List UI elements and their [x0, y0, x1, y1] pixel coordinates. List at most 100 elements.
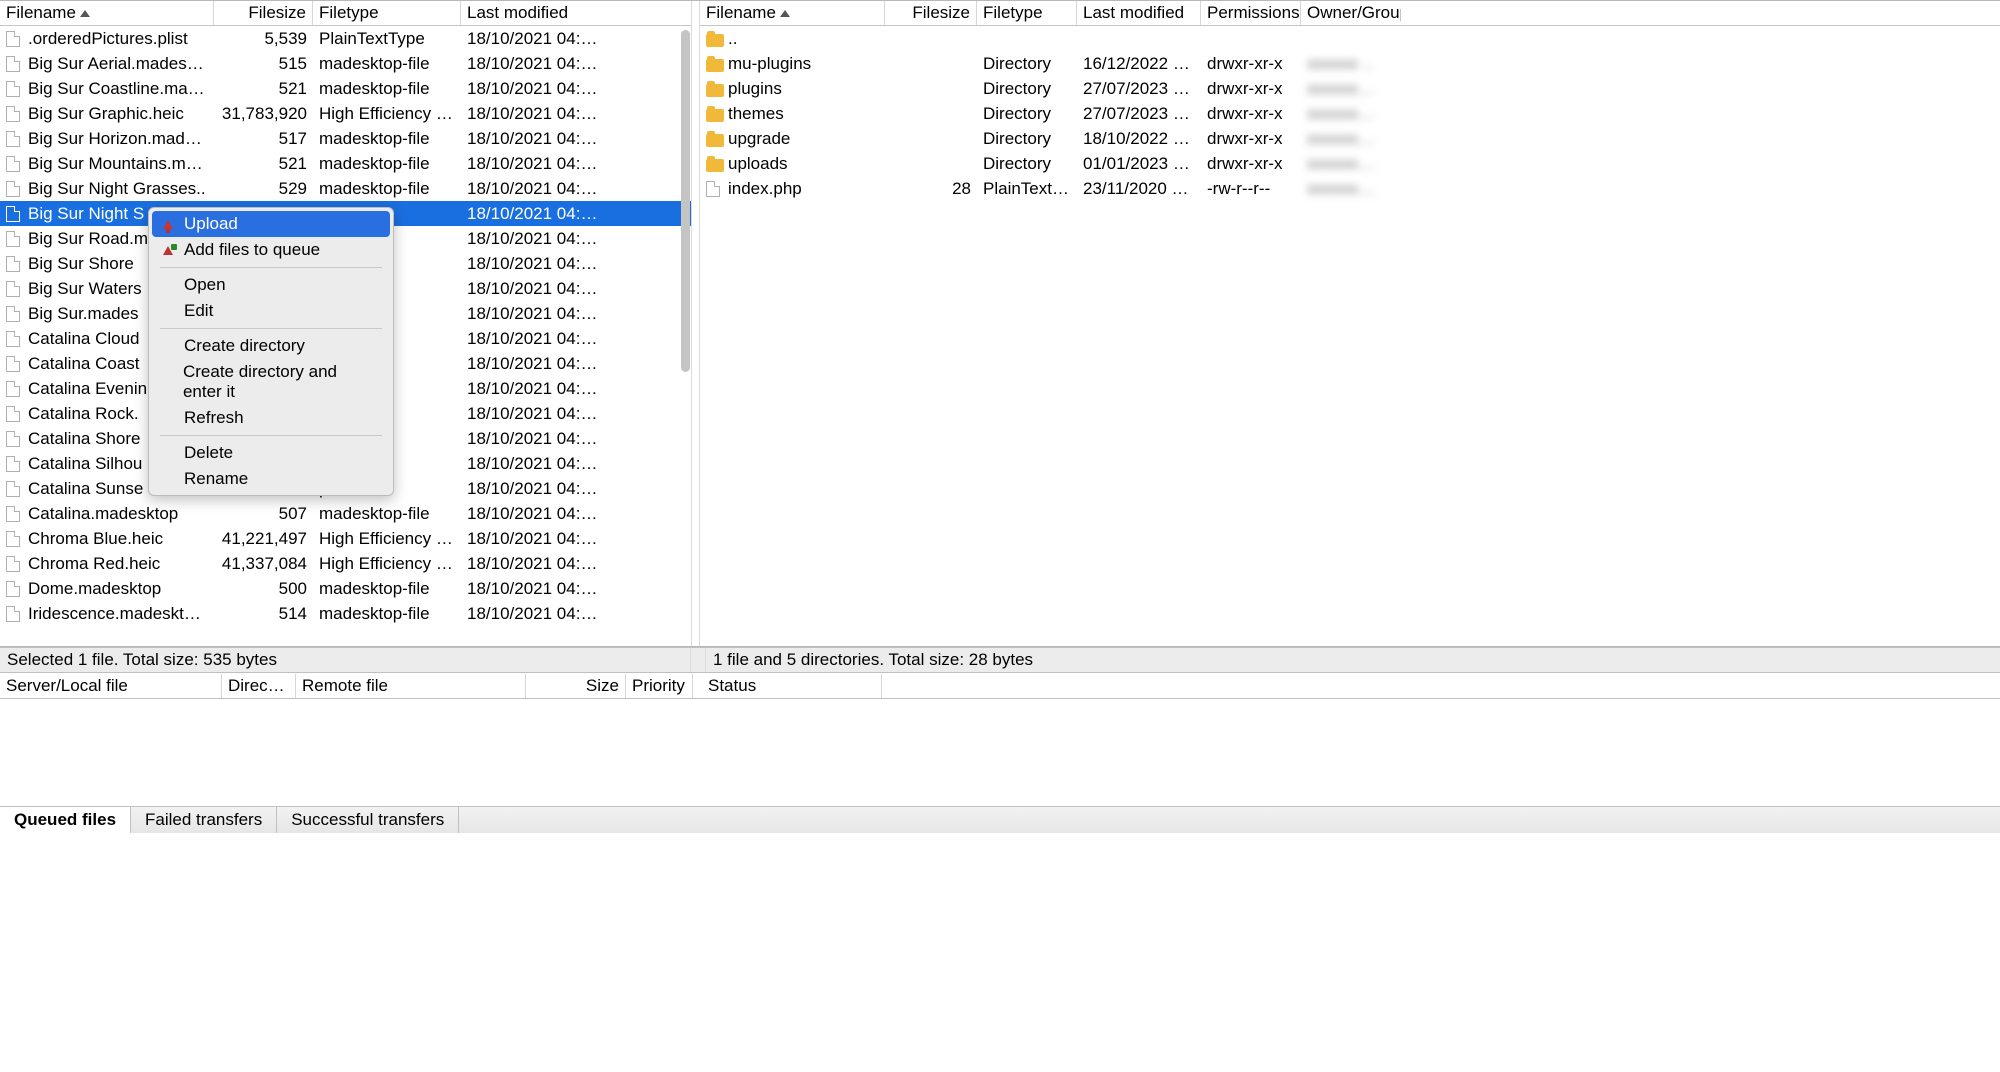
queue-header-server[interactable]: Server/Local file: [0, 674, 222, 698]
tab-successful-transfers[interactable]: Successful transfers: [277, 807, 459, 833]
file-icon: [6, 406, 22, 422]
context-menu-label: Add files to queue: [184, 240, 320, 260]
table-row[interactable]: Big Sur Coastline.ma…521madesktop-file18…: [0, 76, 691, 101]
file-icon: [6, 206, 22, 222]
file-name: .orderedPictures.plist: [28, 29, 188, 49]
file-name: Chroma Red.heic: [28, 554, 160, 574]
table-row[interactable]: Chroma Red.heic41,337,084High Efficiency…: [0, 551, 691, 576]
file-icon: [6, 581, 22, 597]
local-header-filename[interactable]: Filename: [0, 1, 214, 25]
context-menu-label: Open: [184, 275, 226, 295]
file-owner: xxxxxx…: [1301, 154, 1401, 174]
file-modified: 18/10/2021 04:3…: [461, 454, 609, 474]
queue-header-priority[interactable]: Priority: [626, 674, 693, 698]
context-menu-add-files-to-queue[interactable]: Add files to queue: [152, 237, 390, 263]
file-name: Big Sur.mades: [28, 304, 139, 324]
table-row[interactable]: uploadsDirectory01/01/2023 0…drwxr-xr-xx…: [700, 151, 2000, 176]
file-icon: [6, 131, 22, 147]
file-modified: 18/10/2021 04:3…: [461, 379, 609, 399]
table-row[interactable]: Chroma Blue.heic41,221,497High Efficienc…: [0, 526, 691, 551]
remote-header-permissions[interactable]: Permissions: [1201, 1, 1301, 25]
context-menu-open[interactable]: Open: [152, 272, 390, 298]
queue-header-status[interactable]: Status: [702, 674, 882, 698]
context-menu-upload[interactable]: Upload: [152, 211, 390, 237]
queue-header-size[interactable]: Size: [526, 674, 626, 698]
remote-header-modified[interactable]: Last modified: [1077, 1, 1201, 25]
remote-header-filetype[interactable]: Filetype: [977, 1, 1077, 25]
table-row[interactable]: Big Sur Horizon.mad…517madesktop-file18/…: [0, 126, 691, 151]
file-name: mu-plugins: [728, 54, 811, 74]
table-row[interactable]: Iridescence.madeskt…514madesktop-file18/…: [0, 601, 691, 626]
table-row[interactable]: Big Sur Mountains.m…521madesktop-file18/…: [0, 151, 691, 176]
table-row[interactable]: ..: [700, 26, 2000, 51]
file-owner: xxxxxx…: [1301, 129, 1401, 149]
file-modified: 18/10/2021 04:3…: [461, 29, 609, 49]
file-owner: xxxxxx…: [1301, 104, 1401, 124]
table-row[interactable]: themesDirectory27/07/2023 0…drwxr-xr-xxx…: [700, 101, 2000, 126]
queue-header-remote[interactable]: Remote file: [296, 674, 526, 698]
file-type: madesktop-file: [313, 54, 461, 74]
blank-icon: [160, 374, 175, 390]
file-type: madesktop-file: [313, 579, 461, 599]
file-name: Big Sur Coastline.ma…: [28, 79, 205, 99]
file-icon: [6, 181, 22, 197]
context-menu-create-directory[interactable]: Create directory: [152, 333, 390, 359]
file-icon: [6, 31, 22, 47]
remote-header-filesize[interactable]: Filesize: [885, 1, 977, 25]
context-menu-rename[interactable]: Rename: [152, 466, 390, 492]
table-row[interactable]: index.php28PlainTextT…23/11/2020 1…-rw-r…: [700, 176, 2000, 201]
local-header-filetype[interactable]: Filetype: [313, 1, 461, 25]
queue-header-direction[interactable]: Direction: [222, 674, 296, 698]
table-row[interactable]: Dome.madesktop500madesktop-file18/10/202…: [0, 576, 691, 601]
queue-body[interactable]: [0, 699, 2000, 806]
remote-header-owner[interactable]: Owner/Group: [1301, 1, 1401, 25]
table-row[interactable]: .orderedPictures.plist5,539PlainTextType…: [0, 26, 691, 51]
local-header-modified[interactable]: Last modified: [461, 1, 609, 25]
folder-icon: [706, 131, 722, 147]
context-menu-edit[interactable]: Edit: [152, 298, 390, 324]
local-header-filesize[interactable]: Filesize: [214, 1, 313, 25]
file-modified: 18/10/2021 04:3…: [461, 179, 609, 199]
blank-icon: [160, 277, 176, 293]
file-size: 507: [214, 504, 313, 524]
table-row[interactable]: mu-pluginsDirectory16/12/2022 0…drwxr-xr…: [700, 51, 2000, 76]
context-menu-create-directory-and-enter-it[interactable]: Create directory and enter it: [152, 359, 390, 405]
remote-file-list[interactable]: ..mu-pluginsDirectory16/12/2022 0…drwxr-…: [700, 26, 2000, 646]
file-name: index.php: [728, 179, 802, 199]
file-modified: 18/10/2021 04:3…: [461, 304, 609, 324]
file-icon: [706, 181, 722, 197]
file-type: Directory: [977, 54, 1077, 74]
context-menu-delete[interactable]: Delete: [152, 440, 390, 466]
blank-icon: [160, 410, 176, 426]
file-name: Catalina Silhou: [28, 454, 142, 474]
remote-header-row: Filename Filesize Filetype Last modified…: [700, 1, 2000, 26]
tab-failed-transfers[interactable]: Failed transfers: [131, 807, 277, 833]
table-row[interactable]: Big Sur Aerial.mades…515madesktop-file18…: [0, 51, 691, 76]
table-row[interactable]: Big Sur Night Grasses..529madesktop-file…: [0, 176, 691, 201]
pane-splitter[interactable]: [691, 1, 700, 646]
file-type: High Efficiency I…: [313, 104, 461, 124]
file-size: 521: [214, 154, 313, 174]
file-name: Catalina Rock.: [28, 404, 139, 424]
file-name: Big Sur Aerial.mades…: [28, 54, 204, 74]
context-menu-refresh[interactable]: Refresh: [152, 405, 390, 431]
table-row[interactable]: Big Sur Graphic.heic31,783,920High Effic…: [0, 101, 691, 126]
file-modified: 18/10/2021 04:3…: [461, 554, 609, 574]
table-row[interactable]: upgradeDirectory18/10/2022 0…drwxr-xr-xx…: [700, 126, 2000, 151]
file-icon: [6, 456, 22, 472]
table-row[interactable]: pluginsDirectory27/07/2023 0…drwxr-xr-xx…: [700, 76, 2000, 101]
file-name: themes: [728, 104, 784, 124]
scrollbar-thumb[interactable]: [681, 30, 690, 372]
file-permissions: -rw-r--r--: [1201, 179, 1301, 199]
file-type: Directory: [977, 79, 1077, 99]
file-name: Catalina.madesktop: [28, 504, 178, 524]
file-owner: xxxxxx…: [1301, 79, 1401, 99]
file-icon: [6, 106, 22, 122]
file-permissions: drwxr-xr-x: [1201, 79, 1301, 99]
tab-queued-files[interactable]: Queued files: [0, 807, 131, 833]
table-row[interactable]: Catalina.madesktop507madesktop-file18/10…: [0, 501, 691, 526]
file-name: plugins: [728, 79, 782, 99]
file-name: ..: [728, 29, 737, 49]
file-icon: [6, 231, 22, 247]
remote-header-filename[interactable]: Filename: [700, 1, 885, 25]
